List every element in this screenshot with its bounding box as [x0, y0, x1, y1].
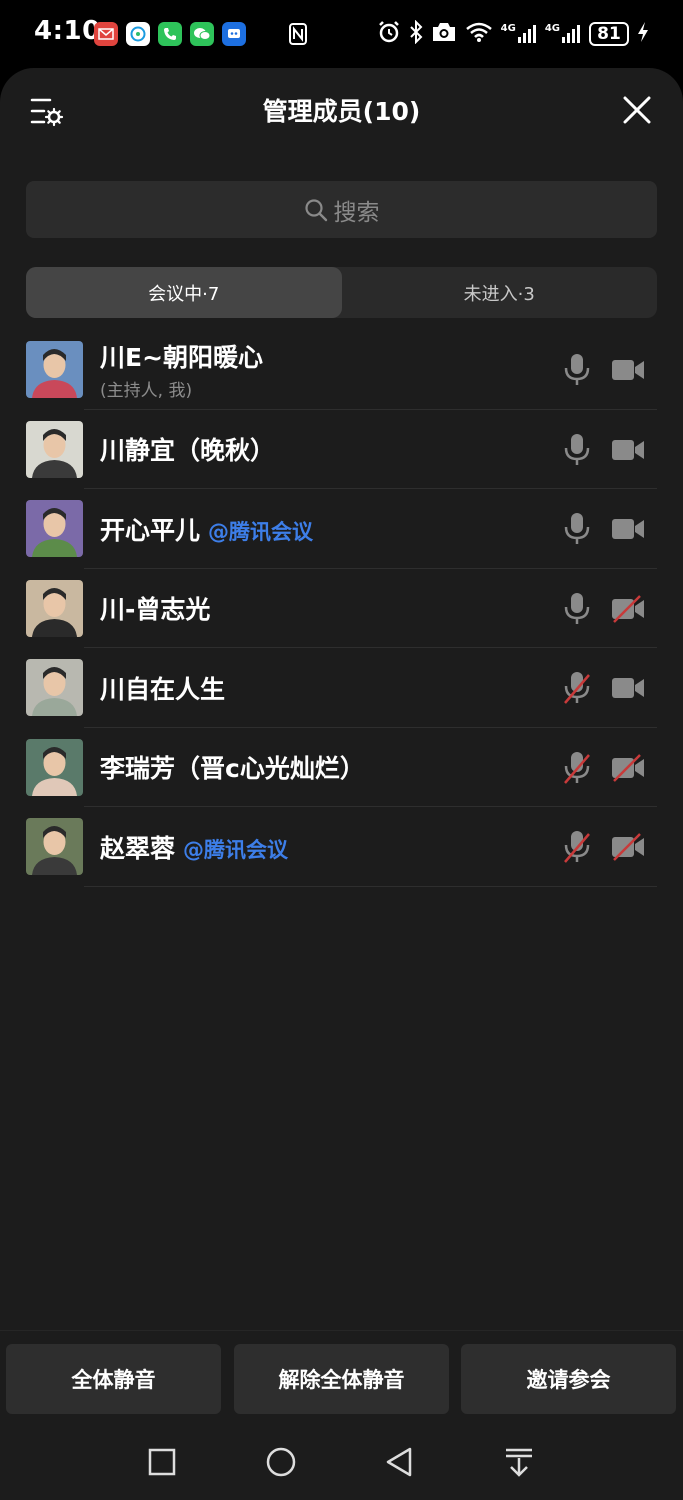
triangle-back-icon [386, 1447, 412, 1477]
manage-members-sheet: 管理成员(10) 搜索 会议中·7 未进入·3 川E~朝阳暖心 (主持人, 我) 川… [0, 68, 683, 1500]
sheet-title: 管理成员(10) [262, 97, 421, 126]
bluetooth-icon [409, 19, 423, 48]
member-tag: @腾讯会议 [183, 837, 289, 862]
member-name: 川-曾志光 [100, 595, 211, 624]
charging-icon [637, 21, 649, 47]
invite-button[interactable]: 邀请参会 [461, 1344, 676, 1414]
search-icon [304, 198, 327, 221]
microphone-icon[interactable] [562, 352, 592, 388]
system-nav-bar [0, 1426, 683, 1500]
signal-icon: 4G [501, 24, 537, 44]
member-role: (主持人, 我) [100, 381, 193, 401]
wechat-icon [190, 22, 214, 46]
wifi-icon [465, 21, 493, 47]
mail-icon [94, 22, 118, 46]
notification-shade-button[interactable] [503, 1446, 535, 1478]
member-row[interactable]: 川E~朝阳暖心 (主持人, 我) [0, 330, 683, 410]
notification-icons [94, 22, 246, 46]
avatar [26, 500, 83, 557]
avatar [26, 659, 83, 716]
member-row[interactable]: 李瑞芳（晋c心光灿烂） [0, 728, 683, 808]
video-camera-icon[interactable] [610, 356, 646, 384]
avatar [26, 420, 83, 478]
microphone-icon[interactable] [562, 511, 592, 547]
member-row[interactable]: 川-曾志光 [0, 569, 683, 649]
member-info: 开心平儿 @腾讯会议 [100, 489, 313, 568]
close-icon [623, 96, 651, 124]
phone-icon [158, 22, 182, 46]
video-camera-off-icon[interactable] [610, 833, 646, 861]
microphone-icon[interactable] [562, 432, 592, 468]
square-icon [148, 1448, 176, 1476]
close-button[interactable] [623, 96, 651, 124]
member-row[interactable]: 赵翠蓉 @腾讯会议 [0, 807, 683, 887]
system-icons: 4G 4G 81 [377, 19, 649, 48]
member-info: 李瑞芳（晋c心光灿烂） [100, 728, 365, 807]
microphone-muted-icon[interactable] [562, 670, 592, 706]
home-button[interactable] [265, 1446, 297, 1478]
avatar [26, 579, 83, 637]
member-info: 川E~朝阳暖心 (主持人, 我) [100, 330, 263, 409]
search-placeholder: 搜索 [333, 199, 380, 226]
video-camera-off-icon[interactable] [610, 753, 646, 782]
circle-icon [266, 1447, 296, 1477]
chat-icon [126, 22, 150, 46]
video-camera-icon[interactable] [610, 674, 646, 702]
microphone-muted-icon[interactable] [562, 750, 592, 786]
member-info: 川自在人生 [100, 648, 225, 727]
action-bar: 全体静音 解除全体静音 邀请参会 [0, 1330, 683, 1425]
member-name: 开心平儿 [100, 515, 201, 545]
microphone-icon[interactable] [562, 591, 592, 627]
alarm-icon [377, 20, 401, 48]
app-icon [222, 22, 246, 46]
video-camera-icon[interactable] [610, 436, 646, 464]
member-list: 川E~朝阳暖心 (主持人, 我) 川静宜（晚秋） 开心平儿 @腾讯会议 川-曾志光 川自在人… [0, 330, 683, 887]
member-info: 川-曾志光 [100, 569, 210, 648]
member-info: 川静宜（晚秋） [100, 410, 275, 489]
back-button[interactable] [384, 1446, 416, 1478]
unmute-all-button[interactable]: 解除全体静音 [234, 1344, 449, 1414]
signal-icon-2: 4G [545, 24, 581, 44]
member-name: 川静宜（晚秋） [100, 436, 276, 465]
member-name: 李瑞芳（晋c心光灿烂） [100, 754, 365, 783]
status-time: 4:10 [34, 16, 101, 46]
avatar [26, 341, 83, 398]
tab-not-joined[interactable]: 未进入·3 [342, 267, 658, 318]
avatar [26, 818, 83, 875]
avatar [26, 738, 83, 796]
member-info: 赵翠蓉 @腾讯会议 [100, 807, 288, 886]
nfc-icon [288, 22, 308, 50]
member-row[interactable]: 开心平儿 @腾讯会议 [0, 489, 683, 569]
member-tag: @腾讯会议 [208, 519, 314, 544]
member-row[interactable]: 川静宜（晚秋） [0, 410, 683, 490]
member-name: 赵翠蓉 [100, 833, 176, 863]
member-row[interactable]: 川自在人生 [0, 648, 683, 728]
camera-icon [431, 21, 457, 47]
member-tabs: 会议中·7 未进入·3 [26, 267, 657, 318]
tab-in-meeting[interactable]: 会议中·7 [26, 267, 342, 318]
member-name: 川E~朝阳暖心 [100, 343, 264, 372]
member-name: 川自在人生 [100, 674, 226, 704]
status-bar: 4:10 4G 4G 81 [0, 0, 683, 68]
microphone-muted-icon[interactable] [562, 829, 592, 865]
battery-indicator: 81 [589, 22, 629, 46]
pull-down-icon [506, 1448, 532, 1477]
mute-all-button[interactable]: 全体静音 [6, 1344, 221, 1414]
video-camera-icon[interactable] [610, 515, 646, 543]
search-input[interactable]: 搜索 [26, 181, 657, 238]
sheet-header: 管理成员(10) [0, 68, 683, 152]
recents-button[interactable] [146, 1446, 178, 1478]
video-camera-off-icon[interactable] [610, 594, 646, 623]
